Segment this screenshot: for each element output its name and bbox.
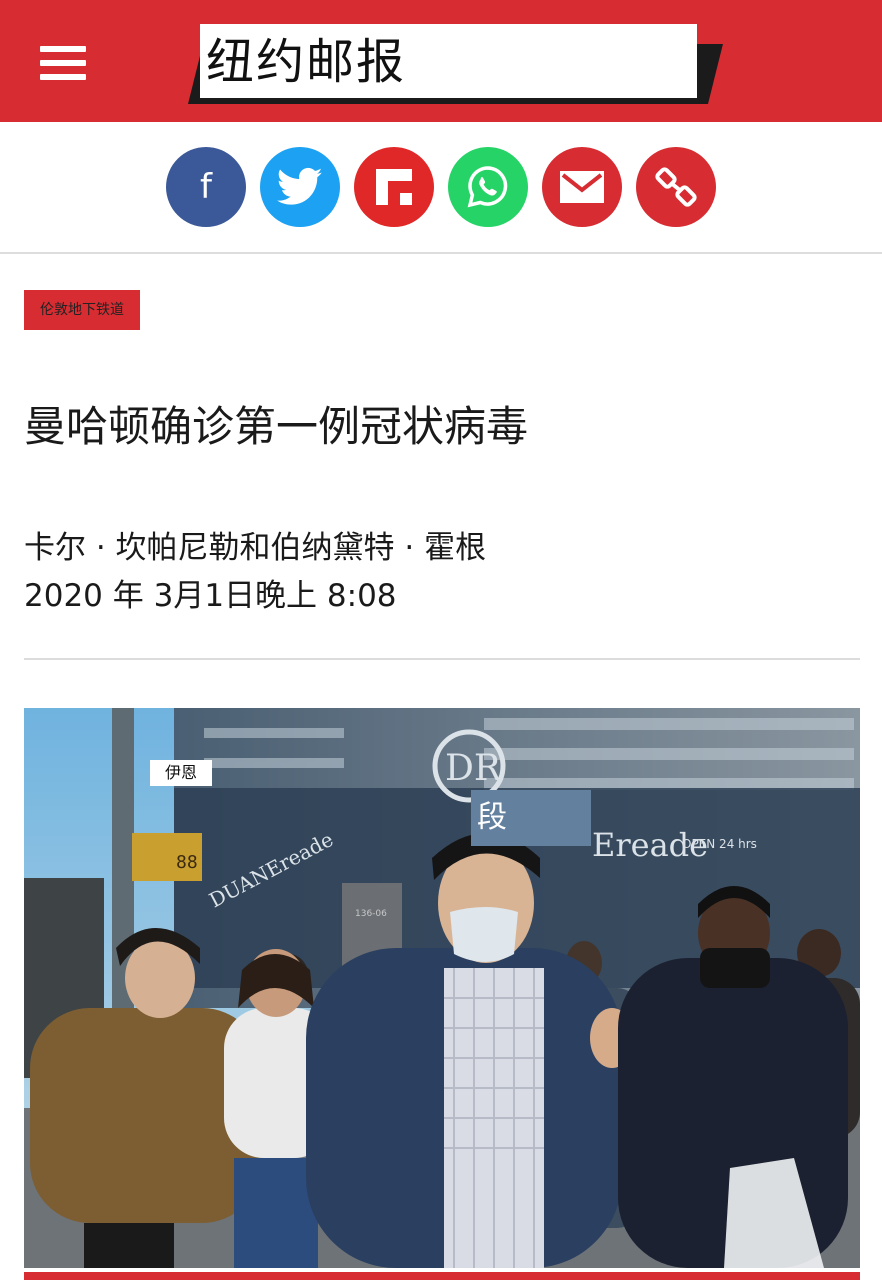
street-scene-illustration: DR Ereade OPEN 24 hrs DUANEreade 136-06 … xyxy=(24,708,860,1268)
store-hours-text: OPEN 24 hrs xyxy=(682,837,757,851)
facebook-share-button[interactable]: f xyxy=(166,147,246,227)
menu-bar xyxy=(40,46,86,52)
article-photo[interactable]: DR Ereade OPEN 24 hrs DUANEreade 136-06 … xyxy=(24,708,860,1268)
email-icon xyxy=(560,171,604,203)
link-icon xyxy=(655,167,697,207)
photo-credit-label: 伊恩 xyxy=(150,760,212,786)
site-header: 纽约邮报 xyxy=(0,0,882,122)
flipboard-share-button[interactable] xyxy=(354,147,434,227)
flipboard-icon xyxy=(376,169,412,205)
bottom-accent-bar xyxy=(24,1272,860,1280)
category-tag[interactable]: 伦敦地下铁道 xyxy=(24,290,140,330)
hamburger-menu-icon[interactable] xyxy=(40,46,90,86)
traffic-signal-text: 88 xyxy=(176,852,198,873)
divider xyxy=(24,658,860,660)
site-logo[interactable]: 纽约邮报 xyxy=(206,26,406,98)
twitter-share-button[interactable] xyxy=(260,147,340,227)
photo-credit-label-2: 段 xyxy=(471,790,591,846)
menu-bar xyxy=(40,60,86,66)
copy-link-share-button[interactable] xyxy=(636,147,716,227)
email-share-button[interactable] xyxy=(542,147,622,227)
menu-bar xyxy=(40,74,86,80)
twitter-icon xyxy=(277,167,323,205)
store-logo-text: DR xyxy=(445,748,502,789)
share-bar: f xyxy=(0,122,882,254)
article-byline[interactable]: 卡尔 · 坎帕尼勒和伯纳黛特 · 霍根 xyxy=(24,526,486,570)
article-headline: 曼哈顿确诊第一例冠状病毒 xyxy=(24,402,529,451)
facebook-icon: f xyxy=(200,167,212,207)
whatsapp-share-button[interactable] xyxy=(448,147,528,227)
address-number: 136-06 xyxy=(355,909,387,919)
whatsapp-icon xyxy=(467,166,508,208)
article-date: 2020 年 3月1日晚上 8:08 xyxy=(24,578,397,614)
